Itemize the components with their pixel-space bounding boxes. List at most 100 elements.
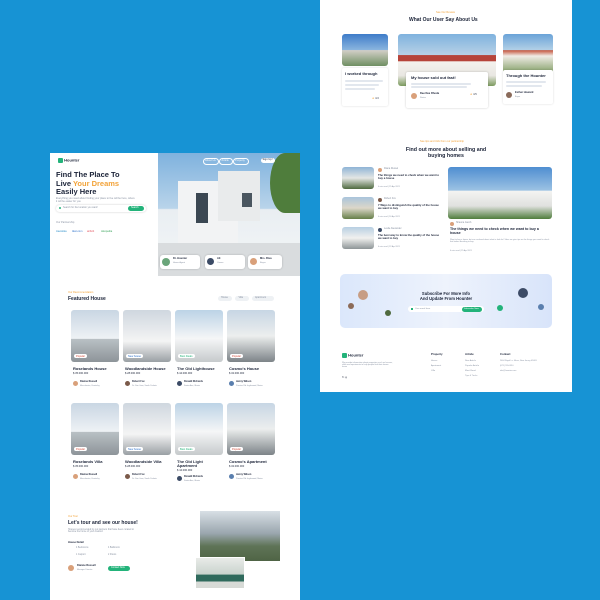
property-card[interactable]: New house Woodlandside House $ 28.000.00…	[123, 310, 171, 392]
footer-col-title: Contact	[500, 352, 511, 356]
article-item[interactable]: Diana Russel The things we need to check…	[342, 167, 442, 191]
avatar	[250, 258, 257, 265]
tour-description: Houses recommended by our partners that …	[68, 529, 134, 534]
section-eyebrow: See tips and trick from our partnership	[420, 140, 464, 143]
property-card[interactable]: Popular Cosmo's House $ 32.000.000 Jenny…	[227, 310, 275, 392]
search-button[interactable]: Search	[128, 206, 144, 211]
footer-link[interactable]: House	[431, 360, 437, 362]
feature-bathroom: 4 Bathroom	[108, 547, 120, 549]
status-badge: Popular	[74, 447, 87, 451]
footer-link[interactable]: Most Read	[465, 370, 476, 372]
avatar	[162, 258, 170, 266]
article-item[interactable]: Robert Fox 7 Ways to distinguish the qua…	[342, 197, 442, 221]
property-card[interactable]: Popular Roselands Villa $ 35.000.000 Dia…	[71, 403, 119, 485]
avatar	[229, 381, 234, 386]
status-badge: New house	[126, 354, 143, 358]
avatar	[73, 474, 78, 479]
agent-card[interactable]: Mrs. Risa Buyer	[248, 255, 282, 269]
footer-link[interactable]: Tips & Tricks	[465, 375, 477, 377]
hero-subtitle: Everything you need about finding your p…	[56, 197, 135, 203]
footer-description: We provide information about properties …	[342, 362, 393, 369]
tour-image-interior	[195, 557, 245, 589]
property-card[interactable]: Best Deals The Old Lighthouse $ 44.000.0…	[175, 310, 223, 392]
avatar	[125, 474, 130, 479]
footer-link[interactable]: Apartment	[431, 365, 441, 367]
status-badge: New house	[126, 447, 143, 451]
feature-carport: 1 Carport	[76, 554, 86, 556]
testimonial-card[interactable]: My house sold out fast! Dee Dee Rhoda Re…	[398, 34, 496, 109]
testimonial-card[interactable]: Through the Hounter Esther Howard Buyer	[503, 34, 553, 109]
star-icon: ★	[470, 93, 473, 96]
partner-logo: tokopedia	[101, 230, 113, 233]
section-eyebrow: Our Tour	[68, 515, 79, 518]
nav-article[interactable]: Article	[219, 158, 233, 165]
avatar	[177, 476, 182, 481]
instagram-icon[interactable]: ◎	[345, 376, 347, 379]
signup-button[interactable]: Sign Up!	[261, 158, 275, 163]
property-card[interactable]: New house Woodlandside Villa $ 28.000.00…	[123, 403, 171, 485]
footer-link[interactable]: New Article	[465, 360, 476, 362]
contact-now-button[interactable]: Contact Now	[108, 566, 130, 571]
avatar	[177, 381, 182, 386]
partner-logo: traveloka	[56, 230, 67, 233]
subscribe-button[interactable]: Subscribe Now	[462, 306, 482, 312]
property-card[interactable]: Popular Cosmo's Apartment $ 32.000.000 J…	[227, 403, 275, 485]
section-eyebrow: Our Recommendation	[68, 291, 94, 294]
house-detail-label: House Detail	[68, 541, 84, 544]
feature-floors: 2 Floors	[108, 554, 117, 556]
rating: ★ 4.5	[470, 93, 477, 96]
footer-logo[interactable]: Hounter	[342, 353, 363, 358]
avatar	[73, 381, 78, 386]
logo[interactable]: Hounter	[58, 158, 79, 163]
featured-article[interactable]: Shauna Jacob The things we need to check…	[448, 167, 552, 259]
landing-page-right: See Our Review What Our User Say About U…	[320, 0, 572, 392]
footer-col-title: Property	[431, 352, 443, 356]
partner-logo: tiket.com	[72, 230, 83, 233]
hero-title: Find The Place To Live Your Dreams Easil…	[56, 170, 120, 197]
filter-apartment[interactable]: Apartment	[252, 296, 274, 301]
nav-property[interactable]: Property	[233, 158, 249, 165]
logo-icon	[342, 353, 347, 358]
avatar	[68, 565, 74, 571]
rating: ★ 4.3	[372, 97, 379, 100]
article-image	[342, 197, 374, 219]
testimonial-image	[503, 34, 553, 74]
feature-bedrooms: 4 Bedrooms	[76, 547, 89, 549]
avatar	[229, 474, 234, 479]
article-image	[342, 167, 374, 189]
footer-link[interactable]: Popular Article	[465, 365, 479, 367]
avatar	[450, 222, 454, 226]
footer-col-title: Article	[465, 352, 474, 356]
footer-link[interactable]: Villa	[431, 370, 435, 372]
status-badge: Best Deals	[178, 354, 195, 358]
hero-search[interactable]: Search for the location you want! Search	[56, 205, 146, 212]
article-image	[342, 227, 374, 249]
article-item[interactable]: Leslie Alexander The best way to know th…	[342, 227, 442, 251]
property-card[interactable]: Popular Roselands House $ 35.000.000 Dia…	[71, 310, 119, 392]
status-badge: Popular	[74, 354, 87, 358]
status-badge: Popular	[230, 354, 243, 358]
footer-contact[interactable]: info@hounter.com	[500, 370, 516, 372]
filter-house[interactable]: House	[218, 296, 232, 301]
avatar	[125, 381, 130, 386]
section-title: Let's tour and see our house!	[68, 520, 138, 526]
email-input[interactable]: Your email here Subscribe Now	[408, 306, 484, 312]
avatar	[348, 303, 354, 309]
tour-image	[200, 511, 280, 561]
location-icon	[59, 207, 61, 209]
testimonial-card[interactable]: I worked through ★ 4.3	[342, 34, 388, 109]
section-title: Find out more about selling and buying h…	[405, 147, 487, 160]
agent-card[interactable]: Ali Owner	[205, 255, 245, 269]
testimonial-image	[342, 34, 388, 66]
star-icon: ★	[372, 97, 375, 100]
property-card[interactable]: Best Deals The Old Light Apartment $ 44.…	[175, 403, 223, 485]
footer-contact[interactable]: (671) 555-0110	[500, 365, 514, 367]
agent-card[interactable]: Dr. Hounter Home Agent	[160, 255, 200, 269]
avatar	[506, 92, 512, 98]
avatar	[378, 168, 382, 172]
footer-contact[interactable]: 2464 Royal Ln. Mesa, New Jersey 45463	[500, 360, 537, 362]
section-eyebrow: See Our Review	[436, 11, 455, 14]
avatar	[497, 305, 503, 311]
filter-villa[interactable]: Villa	[235, 296, 249, 301]
nav-about[interactable]: About Us	[203, 158, 219, 165]
